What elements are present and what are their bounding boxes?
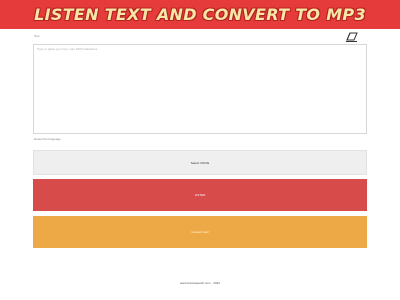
convert-mp3-button[interactable]: Convert mp3 bbox=[33, 216, 367, 248]
footer-text: www.texttospeech.com · 2022 bbox=[179, 281, 221, 285]
page-title: Listen Text and Convert to MP3 bbox=[34, 5, 366, 24]
text-field-label: Text bbox=[34, 34, 40, 38]
eraser-icon bbox=[346, 32, 358, 42]
text-input[interactable] bbox=[33, 44, 367, 134]
select-voice-button[interactable]: Select VOICE bbox=[33, 150, 367, 175]
listen-button[interactable]: LISTEN bbox=[33, 179, 367, 211]
detect-language-label: Detect the language bbox=[34, 137, 61, 141]
clear-text-button[interactable] bbox=[344, 31, 360, 43]
app-header: Listen Text and Convert to MP3 bbox=[0, 0, 400, 29]
